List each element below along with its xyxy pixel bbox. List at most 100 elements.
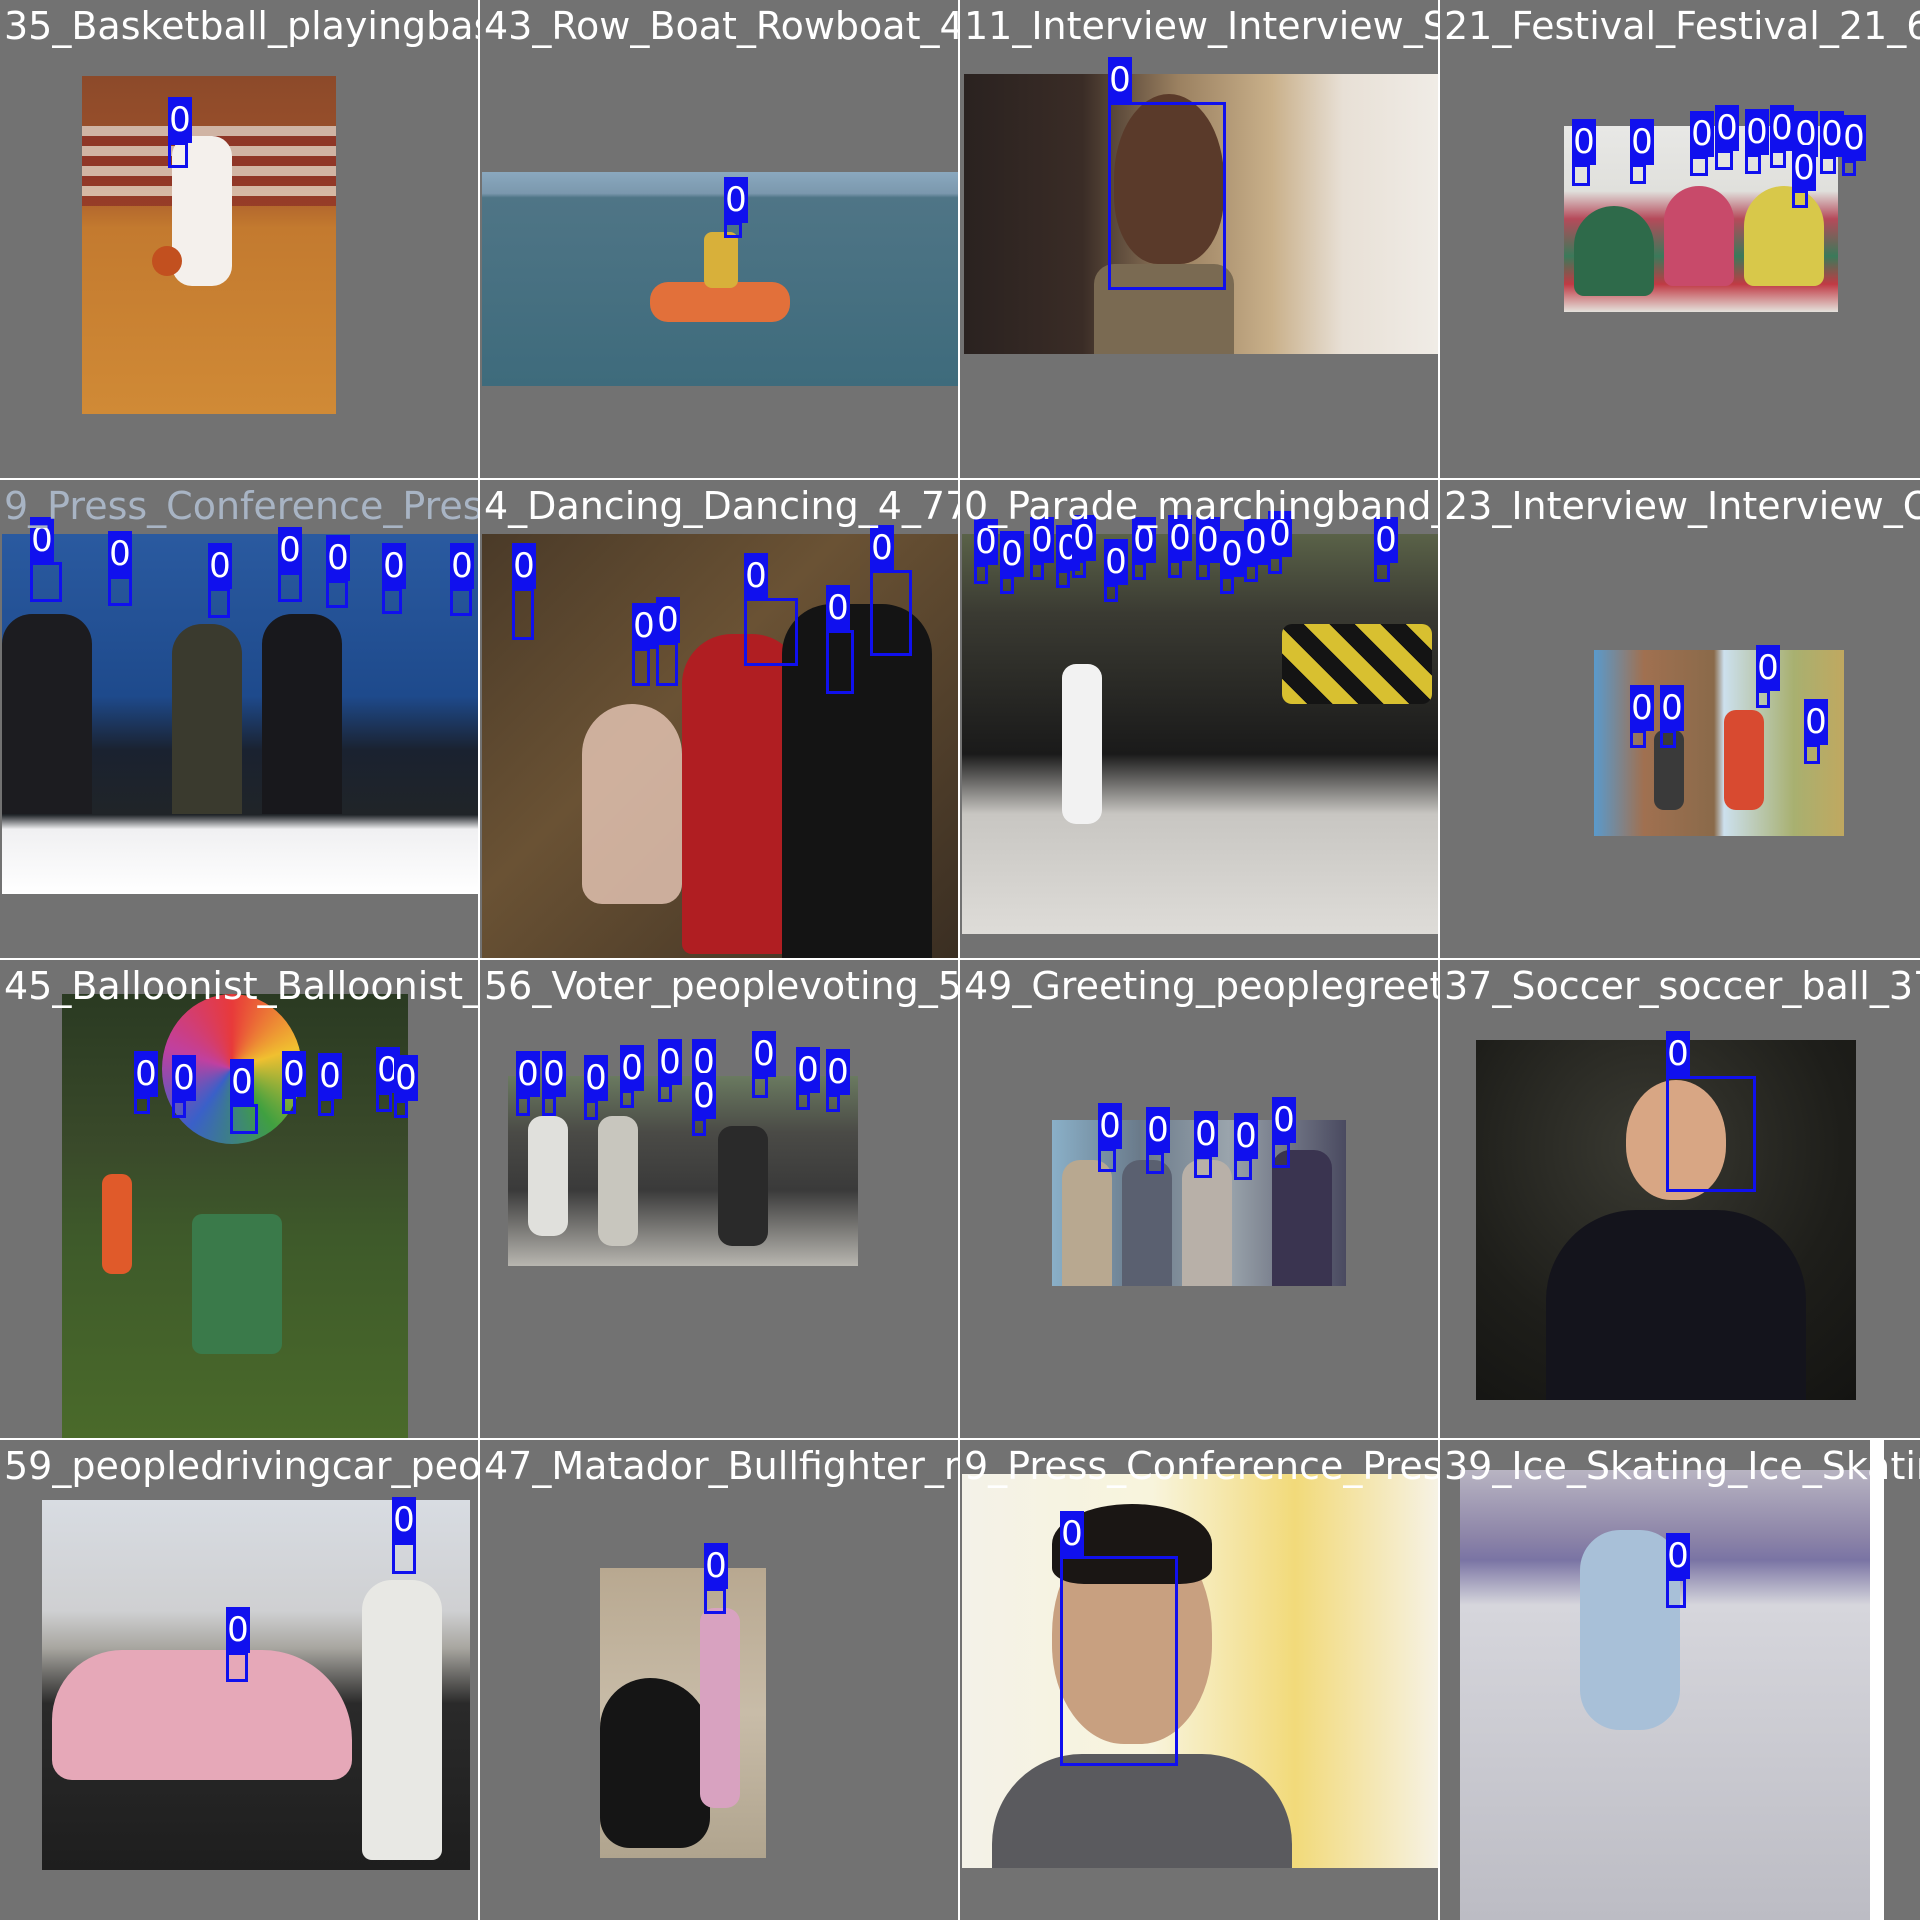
tile-basketball: 35_Basketball_playingbasketballR35_Boat_… — [0, 0, 478, 478]
tile-balloonist: 45_Balloonist_Balloonist_45_562.jpg 0 0 … — [0, 960, 478, 1438]
class-label: 0 — [512, 543, 536, 589]
tile-press-conference-group: 9_Press_Conference_Press 0 0 0 0 0 0 0 — [0, 480, 478, 958]
face-bounding-box: 0 — [208, 543, 232, 618]
tile-title: 9_Press_Conference_Press_Conference — [964, 1444, 1438, 1488]
image-mosaic-grid: 35_Basketball_playingbasketballR35_Boat_… — [0, 0, 1920, 1920]
tile-title: 35_Basketball_playingbasketballR35_Boat_… — [4, 4, 478, 48]
class-label: 0 — [1842, 115, 1866, 161]
face-bounding-box: 0 — [752, 1031, 776, 1098]
photo-matador-bullfighter — [600, 1568, 766, 1858]
class-label: 0 — [278, 527, 302, 573]
tile-rowboat: 43_Row_Boat_Rowboat_43_1037.jpg 0 — [480, 0, 958, 478]
face-bounding-box: 0 — [1820, 111, 1844, 174]
face-bounding-box: 0 — [1000, 531, 1024, 594]
face-bounding-box: 0 — [1756, 645, 1780, 708]
face-bounding-box: 0 — [1244, 519, 1268, 582]
face-bounding-box: 0 — [1132, 517, 1156, 580]
class-label: 0 — [1630, 119, 1654, 165]
class-label: 0 — [1666, 1533, 1690, 1579]
face-bounding-box: 0 — [1146, 1107, 1170, 1174]
face-bounding-box: 0 — [1804, 699, 1828, 764]
class-label: 0 — [632, 603, 656, 649]
class-label: 0 — [1108, 57, 1132, 103]
class-label: 0 — [168, 97, 192, 143]
face-bounding-box: 0 — [512, 543, 536, 640]
photo-basketball-player — [82, 76, 336, 414]
tile-matador: 47_Matador_Bullfighter_matadorbullfighte… — [480, 1440, 958, 1920]
face-bounding-box: 0 — [1745, 109, 1769, 174]
face-bounding-box: 0 — [172, 1055, 196, 1118]
class-label: 0 — [704, 1543, 728, 1589]
face-bounding-box: 0 — [1666, 1031, 1756, 1192]
class-label: 0 — [1666, 1031, 1690, 1077]
face-bounding-box: 0 — [376, 1047, 400, 1112]
face-bounding-box: 0 — [226, 1607, 250, 1682]
tile-interview-woman: 11_Interview_Interview_Sequences_Festiva… — [960, 0, 1438, 478]
face-bounding-box: 0 — [658, 1039, 682, 1102]
face-bounding-box: 0 — [1715, 105, 1739, 170]
face-bounding-box: 0 — [30, 517, 62, 602]
photo-rowboat — [482, 172, 958, 386]
tile-title: 56_Voter_peoplevoting_56_438.jpg — [484, 964, 958, 1008]
tile-title: 4_Dancing_Dancing_4_779.jpg — [484, 484, 958, 528]
photo-press-conference-portrait — [962, 1474, 1438, 1868]
class-label: 0 — [108, 531, 132, 577]
face-bounding-box: 0 — [326, 535, 350, 608]
face-bounding-box: 0 — [1060, 1511, 1178, 1766]
face-bounding-box: 0 — [134, 1051, 158, 1114]
face-bounding-box: 0 — [1030, 517, 1054, 580]
class-label: 0 — [620, 1045, 644, 1091]
face-bounding-box: 0 — [168, 97, 192, 168]
class-label: 0 — [282, 1051, 306, 1097]
face-bounding-box: 0 — [278, 527, 302, 602]
class-label: 0 — [1820, 111, 1844, 157]
face-bounding-box: 0 — [1268, 511, 1292, 574]
class-label: 0 — [230, 1059, 254, 1105]
tile-title: 59_peopledrivingcar_peopledrivingcar_59 — [4, 1444, 478, 1488]
face-bounding-box: 0 — [974, 519, 998, 584]
class-label: 0 — [724, 177, 748, 223]
face-bounding-box: 0 — [1108, 57, 1226, 290]
class-label: 0 — [1804, 699, 1828, 745]
face-bounding-box: 0 — [394, 1055, 418, 1118]
face-bounding-box: 0 — [450, 543, 474, 616]
class-label: 0 — [542, 1051, 566, 1097]
class-label: 0 — [172, 1055, 196, 1101]
photo-press-conference-group — [2, 534, 478, 894]
face-bounding-box: 0 — [1690, 111, 1714, 176]
white-margin — [1870, 1440, 1884, 1920]
class-label: 0 — [226, 1607, 250, 1653]
tile-interview-outdoor: 23_Interview_Interview_On_ 0 0 0 0 — [1440, 480, 1920, 958]
face-bounding-box: 0 — [1572, 119, 1596, 186]
tile-parade: 0_Parade_marchingband_1_138.jpg 0 0 0 0 … — [960, 480, 1438, 958]
face-bounding-box: 0 — [1056, 525, 1080, 588]
face-bounding-box: 0 — [826, 585, 854, 694]
photo-ice-skating — [1460, 1470, 1870, 1920]
face-bounding-box: 0 — [724, 177, 748, 238]
class-label: 0 — [1234, 1113, 1258, 1159]
class-label: 0 — [1756, 645, 1780, 691]
tile-festival: 21_Festival_Festival_21_63 0 0 0 0 0 0 0… — [1440, 0, 1920, 478]
class-label: 0 — [692, 1073, 716, 1119]
tile-title: 37_Soccer_soccer_ball_37_ — [1444, 964, 1920, 1008]
class-label: 0 — [392, 1497, 416, 1543]
class-label: 0 — [1220, 531, 1244, 577]
class-label: 0 — [318, 1053, 342, 1099]
face-bounding-box: 0 — [692, 1073, 716, 1136]
face-bounding-box: 0 — [584, 1055, 608, 1120]
face-bounding-box: 0 — [1196, 517, 1220, 580]
face-bounding-box: 0 — [1770, 105, 1794, 168]
class-label: 0 — [1060, 1511, 1084, 1557]
class-label: 0 — [826, 585, 850, 631]
class-label: 0 — [450, 543, 474, 589]
face-bounding-box: 0 — [392, 1497, 416, 1574]
tile-title: 49_Greeting_peoplegreeting_49_61.jpg — [964, 964, 1438, 1008]
face-bounding-box: 0 — [826, 1049, 850, 1112]
tile-title: 21_Festival_Festival_21_63 — [1444, 4, 1920, 48]
class-label: 0 — [1792, 145, 1816, 191]
tile-title: 47_Matador_Bullfighter_matadorbullfighte… — [484, 1444, 958, 1488]
face-bounding-box: 0 — [656, 597, 680, 686]
tile-title: 9_Press_Conference_Press — [4, 484, 478, 528]
tile-title: 23_Interview_Interview_On_ — [1444, 484, 1920, 528]
face-bounding-box: 0 — [1792, 145, 1816, 208]
